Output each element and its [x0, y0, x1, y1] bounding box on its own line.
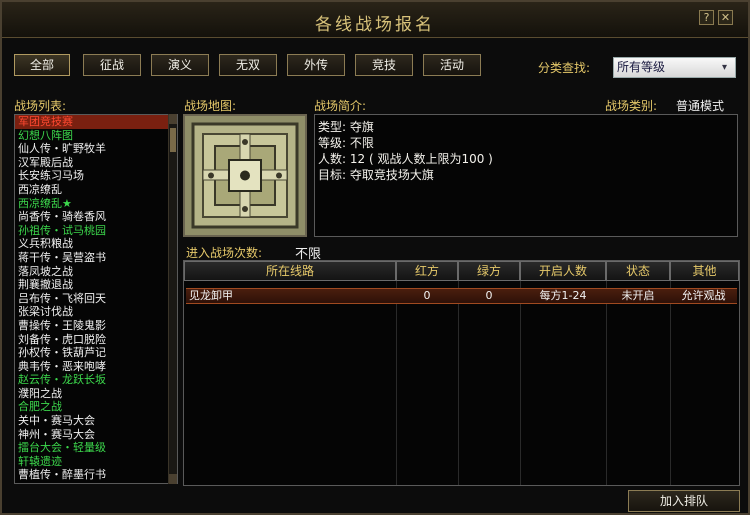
intro-type: 类型: 夺旗 — [318, 120, 374, 134]
list-item[interactable]: 荆襄撤退战 — [15, 278, 177, 292]
list-item[interactable]: 吕布传・飞将回天 — [15, 292, 177, 306]
intro-goal: 目标: 夺取竞技场大旗 — [318, 168, 434, 182]
help-button[interactable]: ? — [699, 10, 714, 25]
battlefield-list-scrollbar[interactable] — [168, 114, 177, 484]
col-header-red[interactable]: 红方 — [396, 261, 458, 281]
list-item[interactable]: 军团竞技赛 — [15, 115, 177, 129]
list-item[interactable]: 典韦传・恶来咆哮 — [15, 360, 177, 374]
scroll-thumb[interactable] — [170, 128, 176, 152]
level-select-value: 所有等级 — [617, 60, 666, 74]
entry-count-label: 进入战场次数: — [186, 246, 263, 260]
list-item[interactable]: 濮阳之战 — [15, 387, 177, 401]
list-item[interactable]: 张梁讨伐战 — [15, 305, 177, 319]
battlefield-intro-box: 类型: 夺旗 等级: 不限 人数: 12 ( 观战人数上限为100 ) 目标: … — [314, 114, 738, 237]
list-item[interactable]: 义兵积粮战 — [15, 237, 177, 251]
list-item[interactable]: 长安练习马场 — [15, 169, 177, 183]
filter-arena-button[interactable]: 竞技 — [355, 54, 413, 76]
list-item[interactable]: 轩辕遗迹 — [15, 455, 177, 469]
list-item[interactable]: 曹操传・王陵鬼影 — [15, 319, 177, 333]
filter-event-button[interactable]: 活动 — [423, 54, 481, 76]
window-title: 各线战场报名 — [315, 15, 435, 35]
list-item[interactable]: 神州・赛马大会 — [15, 428, 177, 442]
list-item[interactable]: 赵云传・龙跃长坂 — [15, 373, 177, 387]
list-item[interactable]: 擂台大会・轻量级 — [15, 441, 177, 455]
list-item[interactable]: 合肥之战 — [15, 400, 177, 414]
filter-side-story-button[interactable]: 外传 — [287, 54, 345, 76]
level-select[interactable]: 所有等级 ▾ — [613, 57, 736, 78]
battlefield-signup-window: 各线战场报名 ? ✕ 全部 征战 演义 无双 外传 竞技 活动 分类查找: 所有… — [0, 0, 750, 515]
battlefield-mode-label: 战场类别: — [605, 99, 658, 113]
battlefield-map-image — [183, 114, 307, 237]
battlefield-list[interactable]: 军团竞技赛 幻想八阵图 仙人传・旷野牧羊 汉军殿后战 长安练习马场 西凉缭乱 西凉缭乱★ 尚香… — [14, 114, 178, 484]
column-divider — [606, 281, 607, 485]
filter-campaign-button[interactable]: 征战 — [83, 54, 141, 76]
column-divider — [396, 281, 397, 485]
close-button[interactable]: ✕ — [718, 10, 733, 25]
chevron-down-icon: ▾ — [721, 62, 727, 73]
intro-level: 等级: 不限 — [318, 136, 374, 150]
cell-open-count: 每方1-24 — [539, 289, 587, 302]
col-header-line[interactable]: 所在线路 — [184, 261, 396, 281]
scroll-down-icon[interactable] — [169, 474, 177, 484]
list-item[interactable]: 蒋干传・吴营盗书 — [15, 251, 177, 265]
column-divider — [520, 281, 521, 485]
list-item[interactable]: 幻想八阵图 — [15, 129, 177, 143]
col-header-status[interactable]: 状态 — [606, 261, 670, 281]
intro-players: 人数: 12 ( 观战人数上限为100 ) — [318, 152, 493, 166]
join-queue-button[interactable]: 加入排队 — [628, 490, 740, 512]
battlefield-list-label: 战场列表: — [14, 99, 67, 113]
filter-all-button[interactable]: 全部 — [14, 54, 70, 76]
col-header-green[interactable]: 绿方 — [458, 261, 520, 281]
list-item[interactable]: 尚香传・骑卷香风 — [15, 210, 177, 224]
list-item[interactable]: 孙祖传・试马桃园 — [15, 224, 177, 238]
list-item[interactable]: 关中・赛马大会 — [15, 414, 177, 428]
list-item[interactable]: 曹植传・醉墨行书 — [15, 468, 177, 482]
list-item[interactable]: 孙权传・铁葫芦记 — [15, 346, 177, 360]
cell-line: 见龙卸甲 — [189, 289, 233, 302]
battlefield-map-label: 战场地图: — [184, 99, 237, 113]
battlefield-mode-value: 普通模式 — [676, 99, 725, 113]
cell-other: 允许观战 — [681, 289, 726, 302]
list-item[interactable]: 汉军殿后战 — [15, 156, 177, 170]
category-search-label: 分类查找: — [538, 61, 591, 75]
filter-warriors-button[interactable]: 无双 — [219, 54, 277, 76]
cell-status: 未开启 — [621, 289, 655, 302]
col-header-other[interactable]: 其他 — [670, 261, 739, 281]
column-divider — [670, 281, 671, 485]
scroll-up-icon[interactable] — [169, 114, 177, 124]
filter-romance-button[interactable]: 演义 — [151, 54, 209, 76]
title-bar: 各线战场报名 ? ✕ — [2, 2, 748, 38]
list-item[interactable]: 西凉缭乱★ — [15, 197, 177, 211]
list-item[interactable]: 刘备传・虎口脱险 — [15, 333, 177, 347]
list-item[interactable]: 西凉缭乱 — [15, 183, 177, 197]
cell-red: 0 — [423, 289, 431, 302]
column-divider — [458, 281, 459, 485]
table-header: 所在线路 红方 绿方 开启人数 状态 其他 — [184, 261, 739, 281]
battlefield-intro-label: 战场简介: — [314, 99, 367, 113]
server-line-table: 所在线路 红方 绿方 开启人数 状态 其他 见龙卸甲 0 0 每方1-24 未开… — [183, 260, 740, 486]
col-header-open-count[interactable]: 开启人数 — [520, 261, 606, 281]
list-item[interactable]: 落凤坡之战 — [15, 265, 177, 279]
list-item[interactable]: 仙人传・旷野牧羊 — [15, 142, 177, 156]
cell-green: 0 — [485, 289, 493, 302]
table-row[interactable]: 见龙卸甲 0 0 每方1-24 未开启 允许观战 — [186, 288, 737, 304]
